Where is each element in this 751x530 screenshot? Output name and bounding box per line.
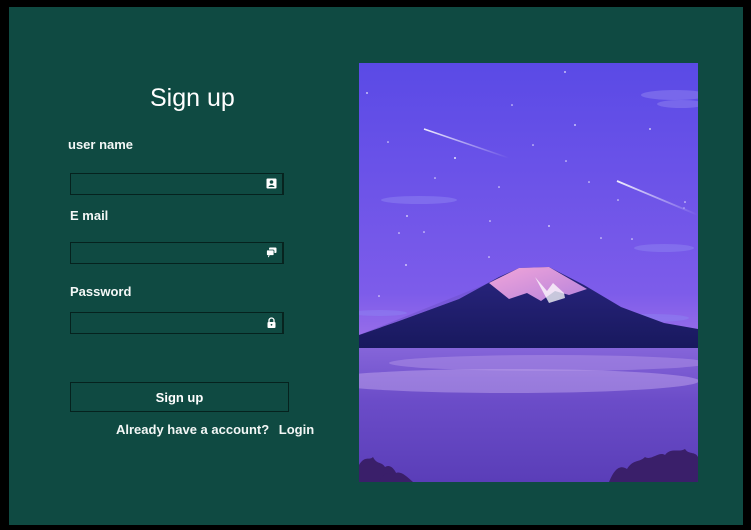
email-label: E mail (70, 208, 109, 223)
contact-card-icon (266, 178, 277, 189)
page-title: Sign up (150, 84, 235, 112)
login-link[interactable]: Login (279, 422, 314, 437)
username-label: user name (68, 137, 134, 152)
account-prompt-text: Already have a account? (116, 422, 270, 437)
chat-bubbles-icon (266, 247, 277, 258)
mountain-landscape-illustration (359, 63, 698, 482)
email-field[interactable] (70, 242, 284, 264)
username-input[interactable] (71, 174, 269, 194)
lock-icon (267, 317, 276, 328)
email-input[interactable] (71, 243, 269, 263)
password-input[interactable] (71, 313, 269, 333)
signup-button[interactable]: Sign up (70, 382, 289, 412)
password-label: Password (70, 284, 132, 299)
username-field[interactable] (70, 173, 284, 195)
password-field[interactable] (70, 312, 284, 334)
login-prompt: Already have a account? Login (116, 422, 314, 437)
